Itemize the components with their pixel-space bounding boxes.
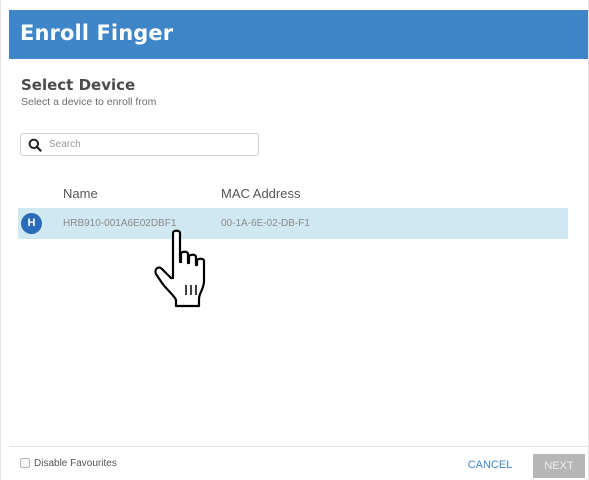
mac-address-cell: 00-1A-6E-02-DB-F1 [221, 218, 310, 229]
search-icon [28, 138, 42, 152]
hand-pointer-icon [154, 229, 206, 308]
dialog-header: Enroll Finger [9, 10, 588, 59]
cancel-button[interactable]: CANCEL [460, 452, 520, 478]
column-header-mac-address[interactable]: MAC Address [221, 186, 300, 201]
section-subtitle: Select a device to enroll from [21, 96, 157, 108]
dialog-title: Enroll Finger [20, 21, 174, 45]
next-button[interactable]: NEXT [533, 454, 585, 478]
avatar: H [21, 213, 42, 234]
enroll-finger-dialog: Enroll Finger Select Device Select a dev… [0, 0, 589, 480]
search-box[interactable] [20, 133, 259, 156]
search-input[interactable] [49, 135, 249, 154]
footer-divider [9, 446, 588, 447]
disable-favourites-checkbox[interactable] [20, 458, 30, 468]
disable-favourites-label[interactable]: Disable Favourites [34, 458, 117, 469]
section-title: Select Device [21, 76, 136, 94]
device-name-cell: HRB910-001A6E02DBF1 [63, 218, 177, 229]
column-header-name[interactable]: Name [63, 186, 98, 201]
table-row[interactable]: H HRB910-001A6E02DBF1 00-1A-6E-02-DB-F1 [18, 208, 568, 239]
